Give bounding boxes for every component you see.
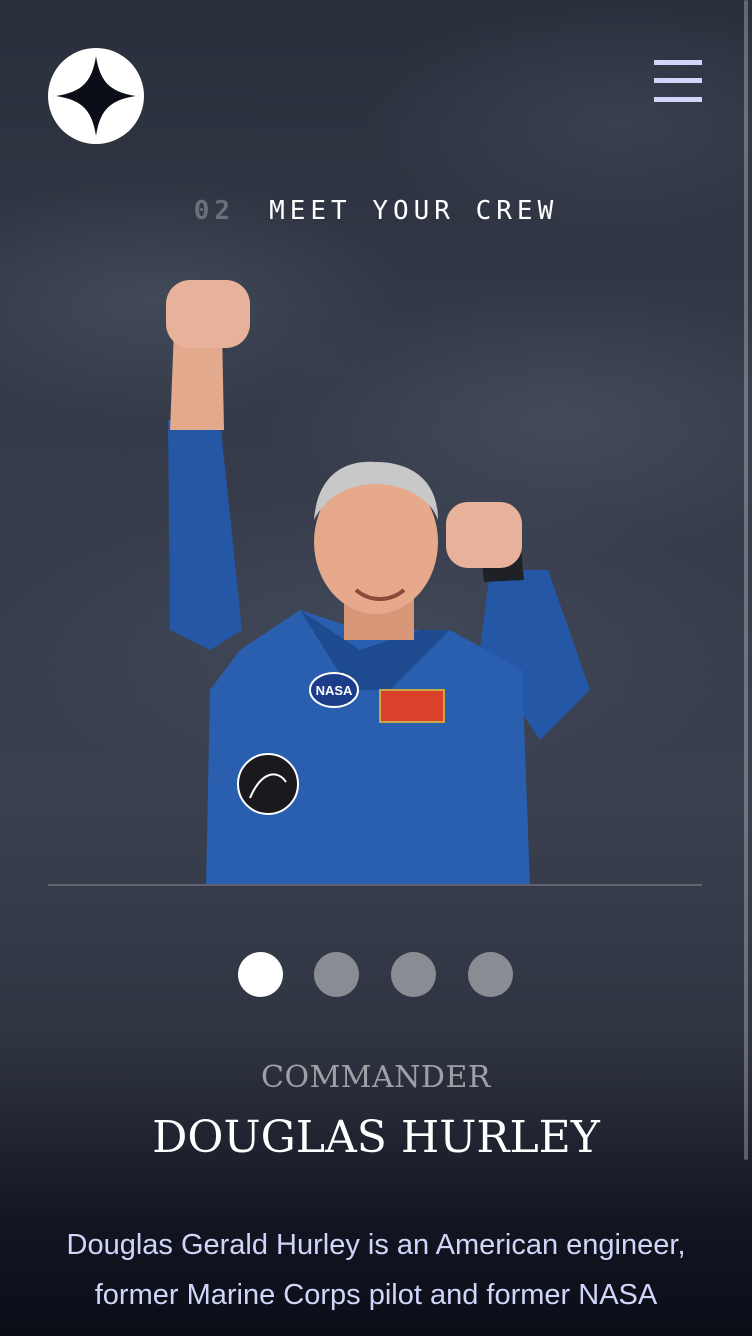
nasa-patch-label: NASA xyxy=(316,683,353,698)
crew-dot-4[interactable] xyxy=(468,952,513,997)
crew-dot-2[interactable] xyxy=(314,952,359,997)
menu-bar xyxy=(654,78,702,83)
crew-name: DOUGLAS HURLEY xyxy=(152,1112,600,1163)
crew-dot-3[interactable] xyxy=(391,952,436,997)
crew-pagination xyxy=(238,952,518,998)
crew-bio: Douglas Gerald Hurley is an American eng… xyxy=(66,1229,686,1311)
crew-role: COMMANDER xyxy=(261,1060,491,1095)
page-heading: 02 MEET YOUR CREW xyxy=(0,196,752,226)
hamburger-menu-icon[interactable] xyxy=(654,60,702,104)
logo-icon[interactable] xyxy=(48,48,144,144)
menu-bar xyxy=(654,97,702,102)
crew-portrait-image: NASA xyxy=(166,280,590,886)
star-icon xyxy=(56,56,136,136)
page-number: 02 xyxy=(193,196,236,226)
page-title: MEET YOUR CREW xyxy=(269,196,559,226)
menu-bar xyxy=(654,60,702,65)
divider-line xyxy=(48,884,702,886)
scrollbar[interactable] xyxy=(744,0,748,1160)
crew-dot-1[interactable] xyxy=(238,952,283,997)
